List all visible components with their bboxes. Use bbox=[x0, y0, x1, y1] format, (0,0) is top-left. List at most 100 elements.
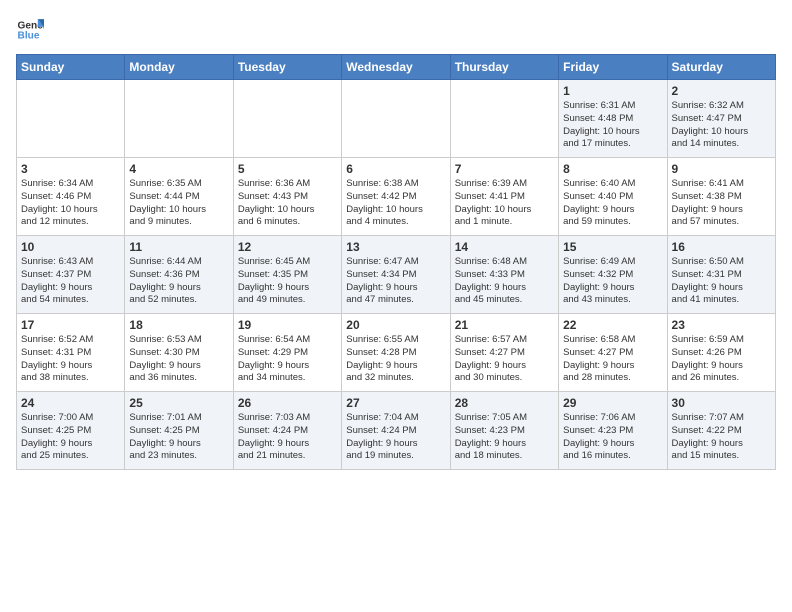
calendar-cell: 2 Sunrise: 6:32 AM Sunset: 4:47 PM Daylig… bbox=[667, 80, 775, 158]
svg-text:Blue: Blue bbox=[18, 31, 40, 42]
calendar-header: SundayMondayTuesdayWednesdayThursdayFrid… bbox=[17, 55, 776, 80]
day-header-friday: Friday bbox=[559, 55, 667, 80]
day-info: Sunrise: 6:38 AM Sunset: 4:42 PM Dayligh… bbox=[346, 178, 445, 229]
calendar-cell: 7 Sunrise: 6:39 AM Sunset: 4:41 PM Daylig… bbox=[450, 158, 558, 236]
day-number: 29 bbox=[563, 396, 662, 410]
calendar-cell: 27 Sunrise: 7:04 AM Sunset: 4:24 PM Dayli… bbox=[342, 392, 450, 470]
calendar-cell: 15 Sunrise: 6:49 AM Sunset: 4:32 PM Dayli… bbox=[559, 236, 667, 314]
day-number: 8 bbox=[563, 162, 662, 176]
calendar-cell: 1 Sunrise: 6:31 AM Sunset: 4:48 PM Daylig… bbox=[559, 80, 667, 158]
day-info: Sunrise: 6:32 AM Sunset: 4:47 PM Dayligh… bbox=[672, 100, 771, 151]
day-info: Sunrise: 6:50 AM Sunset: 4:31 PM Dayligh… bbox=[672, 256, 771, 307]
calendar-cell: 13 Sunrise: 6:47 AM Sunset: 4:34 PM Dayli… bbox=[342, 236, 450, 314]
calendar-cell: 14Sunrise: 6:48 AM Sunset: 4:33 PM Dayli… bbox=[450, 236, 558, 314]
day-info: Sunrise: 6:41 AM Sunset: 4:38 PM Dayligh… bbox=[672, 178, 771, 229]
day-info: Sunrise: 7:04 AM Sunset: 4:24 PM Dayligh… bbox=[346, 412, 445, 463]
day-number: 3 bbox=[21, 162, 120, 176]
day-header-thursday: Thursday bbox=[450, 55, 558, 80]
day-number: 26 bbox=[238, 396, 337, 410]
day-number: 16 bbox=[672, 240, 771, 254]
day-info: Sunrise: 7:05 AM Sunset: 4:23 PM Dayligh… bbox=[455, 412, 554, 463]
day-number: 5 bbox=[238, 162, 337, 176]
calendar-cell: 25Sunrise: 7:01 AM Sunset: 4:25 PM Dayli… bbox=[125, 392, 233, 470]
calendar-cell bbox=[233, 80, 341, 158]
day-number: 7 bbox=[455, 162, 554, 176]
logo-icon: General Blue bbox=[16, 16, 44, 44]
day-number: 21 bbox=[455, 318, 554, 332]
calendar-cell: 21Sunrise: 6:57 AM Sunset: 4:27 PM Dayli… bbox=[450, 314, 558, 392]
day-number: 23 bbox=[672, 318, 771, 332]
calendar-cell: 3Sunrise: 6:34 AM Sunset: 4:46 PM Daylig… bbox=[17, 158, 125, 236]
day-info: Sunrise: 6:54 AM Sunset: 4:29 PM Dayligh… bbox=[238, 334, 337, 385]
day-number: 9 bbox=[672, 162, 771, 176]
calendar-week-4: 17 Sunrise: 6:52 AM Sunset: 4:31 PM Dayli… bbox=[17, 314, 776, 392]
day-info: Sunrise: 6:52 AM Sunset: 4:31 PM Dayligh… bbox=[21, 334, 120, 385]
day-number: 30 bbox=[672, 396, 771, 410]
day-info: Sunrise: 6:49 AM Sunset: 4:32 PM Dayligh… bbox=[563, 256, 662, 307]
day-number: 10 bbox=[21, 240, 120, 254]
day-number: 1 bbox=[563, 84, 662, 98]
day-info: Sunrise: 6:48 AM Sunset: 4:33 PM Dayligh… bbox=[455, 256, 554, 307]
day-info: Sunrise: 7:03 AM Sunset: 4:24 PM Dayligh… bbox=[238, 412, 337, 463]
calendar-cell bbox=[17, 80, 125, 158]
day-info: Sunrise: 6:44 AM Sunset: 4:36 PM Dayligh… bbox=[129, 256, 228, 307]
calendar-cell: 16 Sunrise: 6:50 AM Sunset: 4:31 PM Dayli… bbox=[667, 236, 775, 314]
day-number: 17 bbox=[21, 318, 120, 332]
calendar-cell: 6 Sunrise: 6:38 AM Sunset: 4:42 PM Daylig… bbox=[342, 158, 450, 236]
calendar-cell bbox=[125, 80, 233, 158]
calendar-cell: 4 Sunrise: 6:35 AM Sunset: 4:44 PM Daylig… bbox=[125, 158, 233, 236]
day-info: Sunrise: 7:06 AM Sunset: 4:23 PM Dayligh… bbox=[563, 412, 662, 463]
calendar-cell: 28 Sunrise: 7:05 AM Sunset: 4:23 PM Dayli… bbox=[450, 392, 558, 470]
calendar-cell: 10 Sunrise: 6:43 AM Sunset: 4:37 PM Dayli… bbox=[17, 236, 125, 314]
day-info: Sunrise: 7:01 AM Sunset: 4:25 PM Dayligh… bbox=[129, 412, 228, 463]
calendar-cell: 19 Sunrise: 6:54 AM Sunset: 4:29 PM Dayli… bbox=[233, 314, 341, 392]
calendar-cell bbox=[342, 80, 450, 158]
calendar-cell: 18 Sunrise: 6:53 AM Sunset: 4:30 PM Dayli… bbox=[125, 314, 233, 392]
calendar-cell: 9 Sunrise: 6:41 AM Sunset: 4:38 PM Daylig… bbox=[667, 158, 775, 236]
calendar-cell: 12 Sunrise: 6:45 AM Sunset: 4:35 PM Dayli… bbox=[233, 236, 341, 314]
calendar-cell: 22 Sunrise: 6:58 AM Sunset: 4:27 PM Dayli… bbox=[559, 314, 667, 392]
day-info: Sunrise: 6:53 AM Sunset: 4:30 PM Dayligh… bbox=[129, 334, 228, 385]
day-info: Sunrise: 6:31 AM Sunset: 4:48 PM Dayligh… bbox=[563, 100, 662, 151]
calendar-cell: 26 Sunrise: 7:03 AM Sunset: 4:24 PM Dayli… bbox=[233, 392, 341, 470]
calendar-cell: 24Sunrise: 7:00 AM Sunset: 4:25 PM Dayli… bbox=[17, 392, 125, 470]
day-number: 12 bbox=[238, 240, 337, 254]
day-info: Sunrise: 7:07 AM Sunset: 4:22 PM Dayligh… bbox=[672, 412, 771, 463]
calendar-table: SundayMondayTuesdayWednesdayThursdayFrid… bbox=[16, 54, 776, 470]
day-info: Sunrise: 6:43 AM Sunset: 4:37 PM Dayligh… bbox=[21, 256, 120, 307]
calendar-week-1: 1 Sunrise: 6:31 AM Sunset: 4:48 PM Daylig… bbox=[17, 80, 776, 158]
page-header: General Blue bbox=[16, 16, 776, 44]
day-info: Sunrise: 6:40 AM Sunset: 4:40 PM Dayligh… bbox=[563, 178, 662, 229]
day-number: 20 bbox=[346, 318, 445, 332]
calendar-week-2: 3Sunrise: 6:34 AM Sunset: 4:46 PM Daylig… bbox=[17, 158, 776, 236]
day-number: 22 bbox=[563, 318, 662, 332]
day-number: 15 bbox=[563, 240, 662, 254]
calendar-cell: 17 Sunrise: 6:52 AM Sunset: 4:31 PM Dayli… bbox=[17, 314, 125, 392]
day-info: Sunrise: 6:47 AM Sunset: 4:34 PM Dayligh… bbox=[346, 256, 445, 307]
day-number: 28 bbox=[455, 396, 554, 410]
day-header-monday: Monday bbox=[125, 55, 233, 80]
day-number: 2 bbox=[672, 84, 771, 98]
logo: General Blue bbox=[16, 16, 44, 44]
day-number: 6 bbox=[346, 162, 445, 176]
day-number: 4 bbox=[129, 162, 228, 176]
day-number: 13 bbox=[346, 240, 445, 254]
day-number: 27 bbox=[346, 396, 445, 410]
calendar-cell: 11Sunrise: 6:44 AM Sunset: 4:36 PM Dayli… bbox=[125, 236, 233, 314]
day-info: Sunrise: 6:58 AM Sunset: 4:27 PM Dayligh… bbox=[563, 334, 662, 385]
calendar-cell: 23Sunrise: 6:59 AM Sunset: 4:26 PM Dayli… bbox=[667, 314, 775, 392]
day-header-saturday: Saturday bbox=[667, 55, 775, 80]
day-info: Sunrise: 6:45 AM Sunset: 4:35 PM Dayligh… bbox=[238, 256, 337, 307]
calendar-cell: 8 Sunrise: 6:40 AM Sunset: 4:40 PM Daylig… bbox=[559, 158, 667, 236]
calendar-cell: 30 Sunrise: 7:07 AM Sunset: 4:22 PM Dayli… bbox=[667, 392, 775, 470]
day-info: Sunrise: 6:39 AM Sunset: 4:41 PM Dayligh… bbox=[455, 178, 554, 229]
day-info: Sunrise: 6:36 AM Sunset: 4:43 PM Dayligh… bbox=[238, 178, 337, 229]
day-number: 18 bbox=[129, 318, 228, 332]
day-info: Sunrise: 6:55 AM Sunset: 4:28 PM Dayligh… bbox=[346, 334, 445, 385]
day-info: Sunrise: 6:35 AM Sunset: 4:44 PM Dayligh… bbox=[129, 178, 228, 229]
day-header-wednesday: Wednesday bbox=[342, 55, 450, 80]
calendar-week-3: 10 Sunrise: 6:43 AM Sunset: 4:37 PM Dayli… bbox=[17, 236, 776, 314]
day-number: 19 bbox=[238, 318, 337, 332]
calendar-cell: 29 Sunrise: 7:06 AM Sunset: 4:23 PM Dayli… bbox=[559, 392, 667, 470]
calendar-cell: 5 Sunrise: 6:36 AM Sunset: 4:43 PM Daylig… bbox=[233, 158, 341, 236]
